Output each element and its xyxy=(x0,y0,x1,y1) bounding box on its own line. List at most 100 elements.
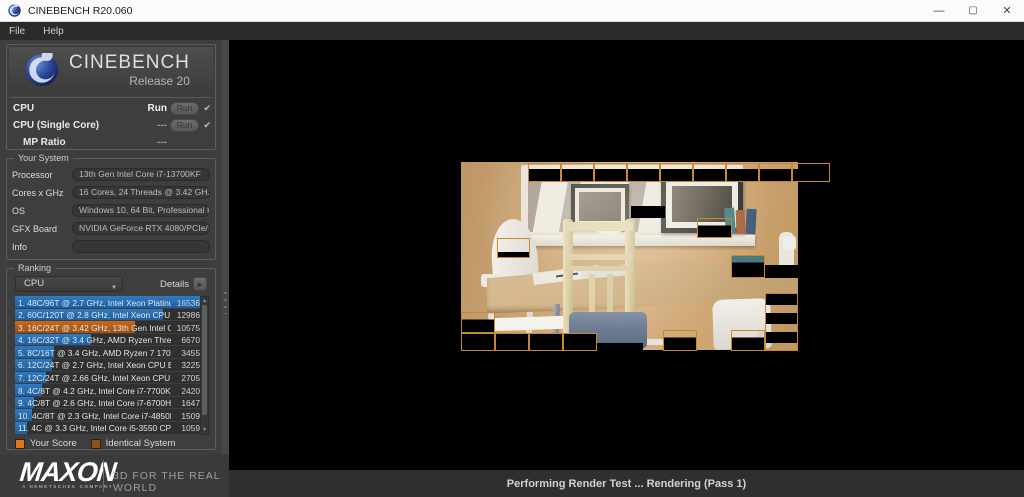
system-label: Cores x GHz xyxy=(12,187,64,198)
bench-row-cpu-single-core: CPU (Single Core) --- Run ✔ xyxy=(13,118,211,135)
bench-label: CPU (Single Core) xyxy=(13,120,100,131)
system-row-cores-x-ghz: Cores x GHz 16 Cores, 24 Threads @ 3.42 G… xyxy=(12,186,210,199)
ranking-row-label: 6. 12C/24T @ 2.7 GHz, Intel Xeon CPU E5-… xyxy=(18,360,171,371)
ranking-title: Ranking xyxy=(14,263,56,273)
cinebench-logo-icon xyxy=(25,53,59,87)
ranking-row-label: 10. 4C/8T @ 2.3 GHz, Intel Core i7-4850H… xyxy=(18,410,171,421)
status-text: Performing Render Test ... Rendering (Pa… xyxy=(506,477,747,490)
ranking-row-score: 2420 xyxy=(181,385,200,396)
render-tile xyxy=(529,333,563,351)
ranking-row[interactable]: 7. 12C/24T @ 2.66 GHz, Intel Xeon CPU X5… xyxy=(15,371,203,384)
ranking-row-label: 8. 4C/8T @ 4.2 GHz, Intel Core i7-7700K … xyxy=(18,385,171,396)
ranking-row[interactable]: 1. 48C/96T @ 2.7 GHz, Intel Xeon Platinu… xyxy=(15,296,203,308)
divider xyxy=(11,97,211,98)
legend-swatch xyxy=(15,438,25,449)
bench-value: --- xyxy=(157,137,167,148)
ranking-row-score: 3225 xyxy=(181,360,200,371)
render-tile xyxy=(497,238,530,258)
legend-label: Your Score xyxy=(30,438,77,449)
render-tile xyxy=(660,163,693,182)
ranking-row[interactable]: 8. 4C/8T @ 4.2 GHz, Intel Core i7-7700K … xyxy=(15,384,203,396)
bench-row-cpu: CPU Run Run ✔ xyxy=(13,101,211,118)
ranking-row-score: 2705 xyxy=(181,373,200,384)
ranking-scrollbar[interactable]: ▲ ▼ xyxy=(200,296,209,435)
bench-row-mp-ratio: MP Ratio --- xyxy=(13,135,211,152)
ranking-list: 1. 48C/96T @ 2.7 GHz, Intel Xeon Platinu… xyxy=(15,296,203,435)
ranking-row-score: 3455 xyxy=(181,347,200,358)
system-row-info: Info xyxy=(12,240,210,253)
panel-splitter[interactable] xyxy=(222,40,229,455)
render-tile xyxy=(597,343,643,351)
ranking-row-score: 16536 xyxy=(176,297,200,308)
system-row-gfx-board: GFX Board NVIDIA GeForce RTX 4080/PCIe/SS… xyxy=(12,222,210,235)
system-field-gfx-board[interactable]: NVIDIA GeForce RTX 4080/PCIe/SSE2 xyxy=(72,222,210,235)
brand-footer: MAXON A NEMETSCHEK COMPANY 3D FOR THE RE… xyxy=(0,455,229,497)
render-tile xyxy=(765,265,798,278)
divider xyxy=(103,460,104,492)
system-field-os[interactable]: Windows 10, 64 Bit, Professional Edition… xyxy=(72,204,210,217)
ranking-row-label: 4. 16C/32T @ 3.4 GHz, AMD Ryzen Threadri… xyxy=(18,335,171,346)
ranking-row-score: 1647 xyxy=(181,398,200,409)
ranking-row[interactable]: 10. 4C/8T @ 2.3 GHz, Intel Core i7-4850H… xyxy=(15,409,203,421)
ranking-row[interactable]: 6. 12C/24T @ 2.7 GHz, Intel Xeon CPU E5-… xyxy=(15,358,203,371)
your-system-title: Your System xyxy=(14,153,73,163)
bench-value[interactable]: Run xyxy=(148,103,167,114)
render-tile xyxy=(594,163,627,182)
scrollbar-thumb[interactable] xyxy=(202,305,207,415)
check-icon[interactable]: ✔ xyxy=(203,120,211,131)
render-tile xyxy=(563,333,597,351)
maxon-logo: MAXON A NEMETSCHEK COMPANY xyxy=(18,457,117,489)
ranking-row[interactable]: 5. 8C/16T @ 3.4 GHz, AMD Ryzen 7 1700X E… xyxy=(15,346,203,358)
check-icon[interactable]: ✔ xyxy=(203,103,211,114)
system-row-processor: Processor 13th Gen Intel Core i7-13700KF xyxy=(12,168,210,181)
render-tile xyxy=(731,255,765,278)
menu-help[interactable]: Help xyxy=(34,22,73,40)
ranking-row-label: 5. 8C/16T @ 3.4 GHz, AMD Ryzen 7 1700X E… xyxy=(18,347,171,358)
ranking-row-score: 1509 xyxy=(181,410,200,421)
render-viewport xyxy=(229,40,1024,470)
system-label: Processor xyxy=(12,169,53,180)
system-label: OS xyxy=(12,205,26,216)
details-button[interactable]: ▸ xyxy=(193,277,207,291)
ranking-row-label: 2. 60C/120T @ 2.8 GHz, Intel Xeon CPU E7… xyxy=(18,310,171,321)
ranking-row-label: 7. 12C/24T @ 2.66 GHz, Intel Xeon CPU X5… xyxy=(18,373,171,384)
cinebench-window: CINEBENCH R20.060 — ▢ ✕ File Help CINEBE… xyxy=(0,0,1024,497)
scroll-up-icon[interactable]: ▲ xyxy=(201,298,208,304)
system-field-info[interactable] xyxy=(72,240,210,253)
run-button[interactable]: Run xyxy=(170,119,199,132)
ranking-row-label: 3. 16C/24T @ 3.42 GHz, 13th Gen Intel Co… xyxy=(18,322,171,333)
render-tile xyxy=(627,163,660,182)
ranking-row[interactable]: 2. 60C/120T @ 2.8 GHz, Intel Xeon CPU E7… xyxy=(15,308,203,321)
ranking-row[interactable]: 11. 4C @ 3.3 GHz, Intel Core i5-3550 CPU… xyxy=(15,421,203,434)
minimize-button[interactable]: — xyxy=(922,0,956,21)
benchmark-group: CINEBENCH Release 20 CPU Run Run ✔ CPU (Sing… xyxy=(6,44,216,150)
chevron-down-icon: ▼ xyxy=(111,285,117,291)
run-button[interactable]: Run xyxy=(170,102,199,115)
ranking-row-label: 1. 48C/96T @ 2.7 GHz, Intel Xeon Platinu… xyxy=(18,297,171,308)
ranking-row-label: 9. 4C/8T @ 2.6 GHz, Intel Core i7-6700HQ… xyxy=(18,398,171,409)
menu-file[interactable]: File xyxy=(0,22,34,40)
ranking-row-score: 12986 xyxy=(176,310,200,321)
ranking-filter-dropdown[interactable]: CPU ▼ xyxy=(15,276,123,292)
legend-label: Identical System xyxy=(105,438,176,449)
ranking-legend: Your Score Identical System xyxy=(15,438,189,449)
render-tile xyxy=(663,330,697,351)
menu-bar: File Help xyxy=(0,22,1024,40)
brand-tagline: 3D FOR THE REAL WORLD xyxy=(113,470,221,494)
close-button[interactable]: ✕ xyxy=(990,0,1024,21)
system-field-cores-x-ghz[interactable]: 16 Cores, 24 Threads @ 3.42 GHz xyxy=(72,186,210,199)
maximize-button[interactable]: ▢ xyxy=(956,0,990,21)
scroll-down-icon[interactable]: ▼ xyxy=(201,427,208,433)
render-tile xyxy=(461,333,495,351)
system-field-processor[interactable]: 13th Gen Intel Core i7-13700KF xyxy=(72,168,210,181)
legend-identical-system: Identical System xyxy=(90,438,176,449)
ranking-row[interactable]: 3. 16C/24T @ 3.42 GHz, 13th Gen Intel Co… xyxy=(15,321,203,333)
cinebench-logo: CINEBENCH Release 20 xyxy=(9,47,213,93)
render-tile xyxy=(792,163,830,182)
render-tile xyxy=(631,206,665,218)
ranking-row[interactable]: 9. 4C/8T @ 2.6 GHz, Intel Core i7-6700HQ… xyxy=(15,396,203,409)
ranking-row[interactable]: 4. 16C/32T @ 3.4 GHz, AMD Ryzen Threadri… xyxy=(15,333,203,346)
ranking-row-label: 11. 4C @ 3.3 GHz, Intel Core i5-3550 CPU xyxy=(18,423,171,434)
window-title: CINEBENCH R20.060 xyxy=(28,4,133,17)
system-row-os: OS Windows 10, 64 Bit, Professional Editi… xyxy=(12,204,210,217)
